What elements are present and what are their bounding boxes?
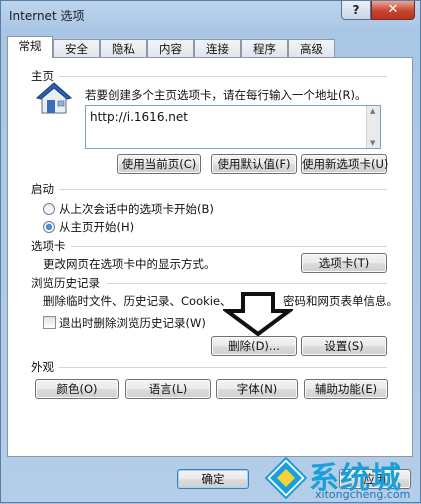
tab-connections[interactable]: 连接 [194, 39, 241, 58]
watermark: 系统城 xitongcheng.com [259, 453, 421, 504]
history-settings-button[interactable]: 设置(S) [301, 336, 387, 356]
tab-privacy[interactable]: 隐私 [100, 39, 147, 58]
use-new-tab-button[interactable]: 使用新选项卡(U) [301, 154, 388, 174]
delete-on-exit-label[interactable]: 退出时删除浏览历史记录(W) [59, 315, 206, 331]
colors-button[interactable]: 颜色(O) [35, 379, 119, 399]
help-button[interactable]: ? [341, 1, 371, 20]
window-title: Internet 选项 [9, 9, 85, 23]
house-icon [35, 82, 73, 114]
appearance-heading: 外观 [31, 360, 54, 374]
history-heading: 浏览历史记录 [31, 276, 100, 290]
scroll-down-icon[interactable]: ▼ [370, 139, 375, 147]
close-button[interactable]: ✕ [371, 1, 415, 20]
accessibility-button[interactable]: 辅助功能(E) [304, 379, 388, 399]
use-current-button[interactable]: 使用当前页(C) [117, 154, 201, 174]
tab-label: 隐私 [112, 42, 135, 56]
history-separator [107, 283, 387, 284]
home-separator [59, 76, 387, 77]
delete-on-exit-checkbox[interactable] [43, 316, 56, 329]
watermark-url: xitongcheng.com [315, 488, 411, 501]
history-description-right: 密码和网页表单信息。 [283, 294, 398, 308]
appearance-separator [59, 367, 387, 368]
startup-separator [59, 189, 387, 190]
title-bar[interactable]: Internet 选项 ? ✕ [1, 1, 420, 29]
tabs-section-heading: 选项卡 [31, 239, 66, 253]
tab-content[interactable]: 内容 [147, 39, 194, 58]
home-url-input[interactable]: http://i.1616.net ▲ ▼ [85, 105, 381, 149]
startup-last-session-radio[interactable] [43, 203, 55, 215]
languages-button[interactable]: 语言(L) [125, 379, 211, 399]
tab-label: 内容 [159, 42, 182, 56]
history-description-left: 删除临时文件、历史记录、Cookie、 [43, 294, 232, 308]
home-description: 若要创建多个主页选项卡，请在每行输入一个地址(R)。 [85, 88, 367, 102]
tab-label: 连接 [206, 42, 229, 56]
tab-general[interactable]: 常规 [7, 36, 53, 58]
arrow-down-icon [223, 292, 293, 337]
scroll-up-icon[interactable]: ▲ [370, 107, 375, 115]
diamond-logo-icon [265, 457, 307, 499]
tab-security[interactable]: 安全 [53, 39, 100, 58]
tabs-section-description: 更改网页在选项卡中的显示方式。 [43, 257, 216, 271]
fonts-button[interactable]: 字体(N) [216, 379, 298, 399]
tab-label: 常规 [18, 39, 42, 53]
use-default-button[interactable]: 使用默认值(F) [211, 154, 297, 174]
tab-programs[interactable]: 程序 [241, 39, 288, 58]
startup-home-radio[interactable] [43, 221, 55, 233]
url-scrollbar[interactable]: ▲ ▼ [366, 106, 380, 148]
ok-button[interactable]: 确定 [177, 469, 249, 489]
delete-history-button[interactable]: 删除(D)... [211, 336, 297, 356]
tab-label: 程序 [253, 42, 276, 56]
internet-options-dialog: Internet 选项 ? ✕ 常规 安全 隐私 内容 连接 程序 高级 主页 … [0, 0, 421, 503]
startup-last-session-label[interactable]: 从上次会话中的选项卡开始(B) [59, 201, 214, 217]
tabs-settings-button[interactable]: 选项卡(T) [301, 253, 387, 273]
tab-label: 高级 [300, 42, 323, 56]
home-url-value: http://i.1616.net [90, 110, 188, 124]
tab-label: 安全 [65, 42, 88, 56]
startup-heading: 启动 [31, 182, 54, 196]
startup-home-label[interactable]: 从主页开始(H) [59, 219, 134, 235]
tabs-separator [71, 246, 387, 247]
tab-advanced[interactable]: 高级 [288, 39, 335, 58]
